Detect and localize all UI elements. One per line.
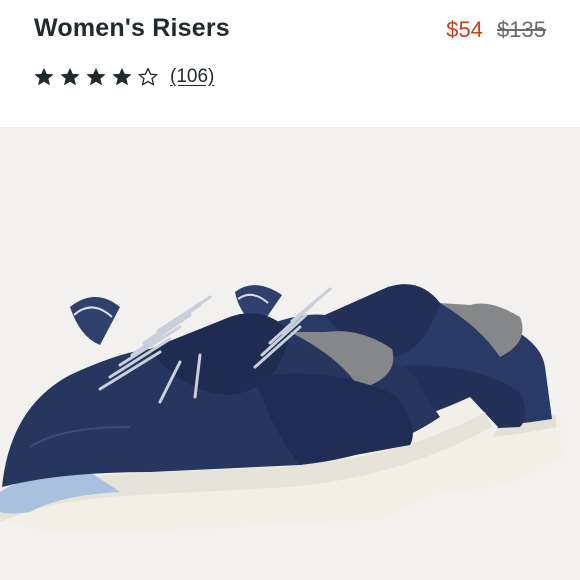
price-block: $54 $135 — [446, 17, 546, 43]
review-count-link[interactable]: (106) — [170, 66, 214, 88]
rating[interactable]: (106) — [34, 66, 214, 88]
star-filled-icon — [34, 68, 54, 86]
sneakers-illustration — [0, 284, 562, 534]
star-filled-icon — [112, 68, 132, 86]
star-filled-icon — [60, 68, 80, 86]
sale-price: $54 — [446, 17, 483, 42]
rating-stars — [34, 67, 164, 87]
original-price: $135 — [497, 17, 546, 42]
star-empty-icon — [138, 67, 158, 86]
star-filled-icon — [86, 68, 106, 86]
product-image[interactable] — [0, 127, 580, 580]
product-title: Women's Risers — [34, 14, 230, 42]
